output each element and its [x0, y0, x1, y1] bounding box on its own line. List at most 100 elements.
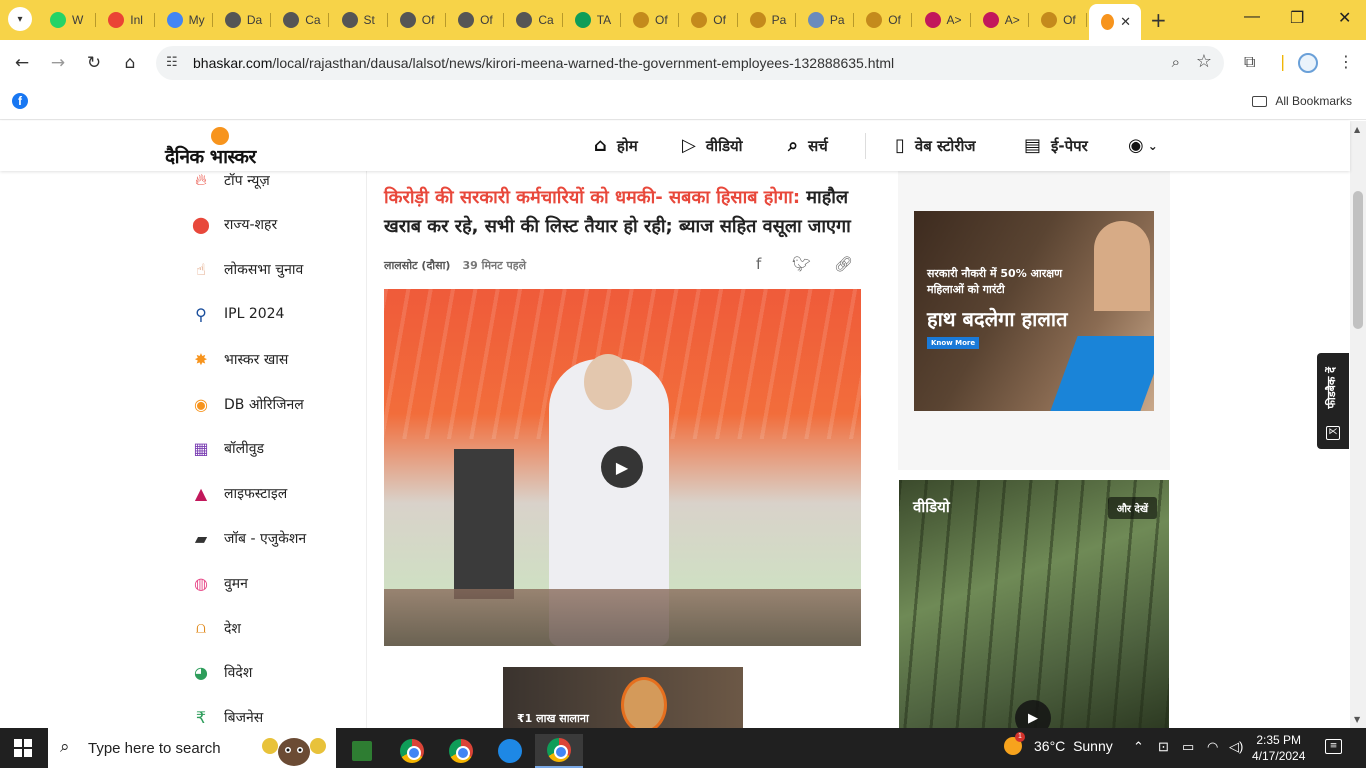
- taskbar-search[interactable]: ⌕ Type here to search: [48, 728, 336, 768]
- wifi-icon[interactable]: ◠: [1207, 739, 1218, 755]
- home-button[interactable]: ⌂: [118, 51, 142, 75]
- browser-tab[interactable]: Of: [388, 6, 447, 34]
- back-button[interactable]: ←: [10, 51, 34, 75]
- congress-ad-banner[interactable]: सरकारी नौकरी में 50% आरक्षण महिलाओं को ग…: [914, 211, 1154, 411]
- notification-icon[interactable]: ≡: [1325, 739, 1342, 754]
- video-play-icon[interactable]: ▶: [1015, 700, 1051, 728]
- sidebar-item[interactable]: 🔥︎ टॉप न्यूज़: [190, 171, 270, 191]
- forward-button[interactable]: →: [46, 51, 70, 75]
- facebook-bookmark-icon[interactable]: f: [12, 93, 28, 109]
- sidebar-item[interactable]: ⬤ राज्य-शहर: [190, 214, 277, 236]
- ad-woman-image: [621, 677, 667, 728]
- new-tab-button[interactable]: +: [1150, 8, 1167, 32]
- sidebar-item[interactable]: ⚲ IPL 2024: [190, 303, 284, 325]
- taskbar-chrome-app-1[interactable]: [388, 734, 436, 768]
- taskbar-app-blue[interactable]: [486, 734, 534, 768]
- battery-icon[interactable]: ▭: [1182, 739, 1194, 755]
- site-info-icon[interactable]: ☷: [166, 55, 178, 70]
- taskbar-chrome-active[interactable]: [535, 734, 583, 768]
- browser-tab[interactable]: Of: [679, 6, 738, 34]
- bookmark-star-icon[interactable]: ☆: [1196, 51, 1212, 72]
- tab-label: Of: [655, 13, 668, 27]
- browser-tab[interactable]: Pa: [796, 6, 855, 34]
- copy-link-icon[interactable]: 🔗︎: [834, 255, 853, 273]
- sidebar-item[interactable]: ▰ जॉब - एजुकेशन: [190, 527, 306, 549]
- sidebar-item[interactable]: ◉ DB ओरिजिनल: [190, 393, 304, 415]
- windows-start-icon[interactable]: [14, 739, 32, 757]
- menu-kebab-icon[interactable]: ⋮: [1338, 52, 1354, 71]
- nav-web-stories[interactable]: ▯ वेब स्टोरीज: [895, 135, 975, 156]
- tab-label: Of: [713, 13, 726, 27]
- browser-tab[interactable]: TA: [563, 6, 621, 34]
- nav-epaper[interactable]: ▤ ई-पेपर: [1024, 135, 1088, 156]
- minimize-button[interactable]: —: [1244, 8, 1260, 26]
- page-scrollbar[interactable]: ▲ ▼: [1350, 121, 1366, 728]
- browser-tab[interactable]: St: [330, 6, 388, 34]
- restore-button[interactable]: ❐: [1290, 8, 1304, 28]
- see-more-button[interactable]: और देखें: [1107, 497, 1157, 519]
- play-icon[interactable]: ▶: [601, 446, 643, 488]
- url-text[interactable]: bhaskar.com/local/rajasthan/dausa/lalsot…: [193, 55, 894, 71]
- browser-tab[interactable]: A>: [971, 6, 1030, 34]
- sidebar-item[interactable]: ◕ विदेश: [190, 662, 252, 684]
- tab-strip: ▾ W Inl My Da Ca St Of Of Ca TA Of Of Pa Pa Of A> A> Of ✕…: [0, 0, 1366, 40]
- system-clock[interactable]: 2:35 PM 4/17/2024: [1252, 732, 1305, 764]
- extensions-icon[interactable]: ⧉: [1244, 52, 1255, 72]
- sidebar-item[interactable]: ⩍ देश: [190, 617, 241, 639]
- all-bookmarks-label: All Bookmarks: [1275, 94, 1352, 108]
- browser-tab[interactable]: Ca: [504, 6, 563, 34]
- taskbar-sheets-app[interactable]: [338, 734, 386, 768]
- sidebar-item[interactable]: ☝ लोकसभा चुनाव: [190, 259, 303, 281]
- sidebar-item[interactable]: ◍ वुमन: [190, 572, 248, 594]
- all-bookmarks-button[interactable]: All Bookmarks: [1252, 94, 1352, 108]
- scrollbar-thumb[interactable]: [1353, 191, 1363, 329]
- browser-tab[interactable]: Inl: [96, 6, 155, 34]
- sidebar-item[interactable]: ✸ भास्कर खास: [190, 348, 288, 370]
- generic-tab-icon: [341, 12, 358, 28]
- article-video[interactable]: ▶: [384, 289, 861, 646]
- browser-tab[interactable]: Of: [446, 6, 505, 34]
- chevron-up-icon[interactable]: ⌃: [1133, 739, 1144, 755]
- sidebar-item[interactable]: ▲ लाइफस्टाइल: [190, 483, 287, 505]
- twitter-share-icon[interactable]: 🐦︎: [792, 255, 811, 273]
- close-window-button[interactable]: ✕: [1338, 8, 1351, 28]
- ad-know-more-button[interactable]: Know More: [927, 337, 980, 349]
- meet-icon[interactable]: ⊡: [1158, 739, 1169, 755]
- active-tab[interactable]: ✕: [1089, 4, 1141, 40]
- scroll-down-arrow-icon[interactable]: ▼: [1354, 715, 1360, 724]
- user-menu[interactable]: ◉ ⌄: [1128, 135, 1158, 156]
- weather-widget[interactable]: 36°C Sunny: [1004, 732, 1113, 755]
- tab-search-button[interactable]: ▾: [8, 7, 32, 31]
- sidebar-item[interactable]: ₹ बिजनेस: [190, 707, 263, 728]
- browser-tab[interactable]: My: [155, 6, 213, 34]
- browser-tab[interactable]: A>: [913, 6, 971, 34]
- browser-tab[interactable]: Of: [621, 6, 680, 34]
- profile-avatar[interactable]: [1298, 53, 1318, 73]
- sidebar-item-label: IPL 2024: [224, 306, 285, 323]
- feedback-button[interactable]: फीडबैक दें ⋉: [1317, 353, 1349, 449]
- browser-tab[interactable]: Of: [1029, 6, 1088, 34]
- nav-video[interactable]: ▷ वीडियो: [682, 135, 743, 156]
- facebook-share-icon[interactable]: f: [756, 255, 761, 273]
- reload-button[interactable]: ↻: [82, 51, 106, 75]
- browser-tab[interactable]: Ca: [271, 6, 330, 34]
- db-original-icon: ◉: [194, 394, 208, 414]
- address-bar[interactable]: ☷ bhaskar.com/local/rajasthan/dausa/lals…: [156, 46, 1224, 80]
- browser-tab[interactable]: Pa: [738, 6, 796, 34]
- close-tab-icon[interactable]: ✕: [1120, 14, 1131, 30]
- nav-home[interactable]: ⌂ होम: [594, 135, 638, 156]
- video-widget[interactable]: वीडियो और देखें ▶: [899, 480, 1169, 728]
- taskbar-chrome-app-2[interactable]: [437, 734, 485, 768]
- browser-tab[interactable]: W: [38, 6, 97, 34]
- nav-search[interactable]: ⌕ सर्च: [788, 135, 828, 156]
- tab-label: St: [363, 13, 375, 27]
- volume-icon[interactable]: ◁): [1229, 739, 1243, 755]
- browser-tab[interactable]: Da: [213, 6, 272, 34]
- sidebar-item[interactable]: ▦ बॉलीवुड: [190, 438, 264, 460]
- browser-tab[interactable]: Of: [854, 6, 913, 34]
- star-burst-icon: ✸: [194, 349, 208, 369]
- zoom-icon[interactable]: ⌕: [1172, 53, 1180, 71]
- scroll-up-arrow-icon[interactable]: ▲: [1354, 125, 1360, 134]
- generic-tab-icon: [866, 12, 883, 28]
- bottom-ad[interactable]: ₹1 लाख सालाना: [503, 667, 743, 728]
